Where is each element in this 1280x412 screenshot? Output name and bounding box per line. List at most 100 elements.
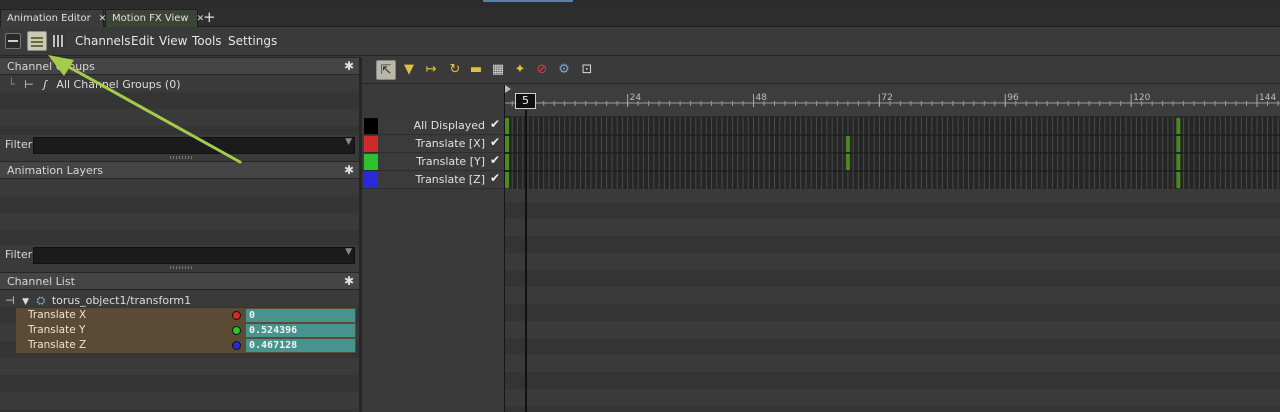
channel-groups-header: Channel Groups ✱	[0, 57, 359, 75]
menu-edit[interactable]: Edit	[131, 34, 154, 48]
row-color-swatch	[364, 154, 378, 170]
dopesheet-channel-labels: All Displayed ✔ Translate [X] ✔ Translat…	[362, 117, 503, 412]
channel-list-title: Channel List	[7, 275, 75, 288]
menu-tools[interactable]: Tools	[192, 34, 222, 48]
gear-icon[interactable]: ✱	[344, 58, 354, 75]
gear-icon[interactable]: ✱	[344, 273, 354, 290]
channel-color-dot	[232, 326, 241, 335]
table-view-icon[interactable]	[51, 33, 67, 49]
slide-tool-icon[interactable]: ↦	[421, 60, 441, 80]
tree-branch-icon: └	[8, 78, 15, 91]
channel-group-item[interactable]: └ ⊢ ʃ All Channel Groups (0)	[8, 78, 181, 91]
row-color-swatch	[364, 118, 378, 134]
channel-name: Translate Z	[28, 339, 87, 351]
delete-key-icon[interactable]: ⊘	[532, 60, 552, 80]
ruler-tick-label: 96	[1007, 93, 1019, 103]
center-frame-icon[interactable]: ✦	[510, 60, 530, 80]
channel-row-translate-z[interactable]: Translate Z 0.467128	[16, 338, 356, 353]
check-icon[interactable]: ✔	[490, 117, 500, 131]
dopesheet-row-translate-x[interactable]: Translate [X] ✔	[362, 135, 503, 153]
animation-layers-list	[0, 179, 359, 245]
animation-layers-filter: Filter ▼	[0, 245, 359, 265]
dopesheet-grid[interactable]	[505, 117, 1280, 412]
object-path: torus_object1/transform1	[51, 294, 192, 307]
top-highlight	[483, 0, 573, 2]
pin-icon: ⊣	[5, 294, 15, 307]
ruler-tick-label: 120	[1133, 93, 1150, 103]
expand-triangle-icon[interactable]: ▼	[22, 297, 29, 307]
ruler-tick-label: 144	[1259, 93, 1276, 103]
keyframe-mark[interactable]	[505, 136, 509, 152]
graph-view-icon[interactable]	[5, 33, 21, 49]
channel-color-dot	[232, 341, 241, 350]
dopesheet-key-rows[interactable]	[505, 117, 1280, 189]
channel-group-label: All Channel Groups (0)	[56, 78, 181, 91]
menu-settings[interactable]: Settings	[228, 34, 277, 48]
tab-bar: Animation Editor ✕ Motion FX View ✕ +	[0, 7, 1280, 27]
range-start-marker[interactable]	[505, 85, 511, 93]
channel-value-field[interactable]: 0	[246, 309, 355, 322]
frame-all-icon[interactable]: ⊡	[577, 60, 597, 80]
resize-grip[interactable]	[170, 266, 192, 269]
function-icon: ʃ	[43, 78, 47, 91]
filmstrip-icon[interactable]: ▦	[488, 60, 508, 80]
check-icon[interactable]: ✔	[490, 135, 500, 149]
key-options-icon[interactable]: ⚙	[554, 60, 574, 80]
keyframe-mark[interactable]	[1176, 172, 1181, 188]
channel-groups-filter: Filter ▼	[0, 135, 359, 155]
check-icon[interactable]: ✔	[490, 153, 500, 167]
row-color-swatch	[364, 172, 378, 188]
current-frame-line[interactable]	[525, 110, 527, 412]
keyframe-mark[interactable]	[845, 154, 850, 170]
tab-label: Motion FX View	[112, 13, 189, 24]
dropdown-arrow-icon[interactable]: ▼	[345, 247, 352, 257]
row-label: Translate [X]	[415, 137, 485, 150]
add-tab-button[interactable]: +	[203, 8, 216, 26]
check-icon[interactable]: ✔	[490, 171, 500, 185]
scale-tool-icon[interactable]: ↻	[445, 60, 465, 80]
dopesheet-toolbar: ⇱ ▼ ↦ ↻ ▬ ▦ ✦ ⊘ ⚙ ⊡	[362, 57, 1280, 84]
ruler-tick-label: 48	[756, 93, 768, 103]
keyframe-mark[interactable]	[1176, 136, 1181, 152]
channel-list-root[interactable]: ⊣ ▼ ⛭ torus_object1/transform1	[5, 294, 191, 308]
row-label: Translate [Y]	[416, 155, 485, 168]
channel-row-translate-x[interactable]: Translate X 0	[16, 308, 356, 323]
dopesheet-row-translate-z[interactable]: Translate [Z] ✔	[362, 171, 503, 189]
dopesheet-row-translate-y[interactable]: Translate [Y] ✔	[362, 153, 503, 171]
ruler-tick-label: 72	[881, 93, 892, 103]
range-start-line	[504, 85, 505, 412]
row-label: All Displayed	[413, 119, 485, 132]
channel-value-field[interactable]: 0.467128	[246, 339, 355, 352]
menu-channels[interactable]: Channels	[75, 34, 131, 48]
keyframe-mark[interactable]	[505, 172, 509, 188]
menu-bar: Channels Edit View Tools Settings	[0, 28, 1280, 56]
resize-grip[interactable]	[170, 156, 192, 159]
menu-view[interactable]: View	[159, 34, 187, 48]
tab-animation-editor[interactable]: Animation Editor ✕	[0, 9, 106, 27]
keyframe-mark[interactable]	[1176, 154, 1181, 170]
keyframe-mark[interactable]	[505, 118, 509, 134]
filter-label: Filter	[5, 248, 33, 261]
gear-icon[interactable]: ✱	[344, 162, 354, 179]
row-color-swatch	[364, 136, 378, 152]
dopesheet-view-icon[interactable]	[27, 31, 47, 51]
dopesheet-row-all-displayed[interactable]: All Displayed ✔	[362, 117, 503, 135]
channel-name: Translate X	[28, 309, 87, 321]
keyframe-mark[interactable]	[505, 154, 509, 170]
channel-row-translate-y[interactable]: Translate Y 0.524396	[16, 323, 356, 338]
filter-label: Filter	[5, 138, 33, 151]
filter-input[interactable]	[33, 247, 355, 264]
channel-value-field[interactable]: 0.524396	[246, 324, 355, 337]
dropdown-arrow-icon[interactable]: ▼	[345, 137, 352, 147]
snap-tool-icon[interactable]: ▬	[466, 60, 486, 80]
channel-groups-title: Channel Groups	[7, 60, 95, 73]
filter-input[interactable]	[33, 137, 355, 154]
key-tool-icon[interactable]: ▼	[399, 60, 419, 80]
select-tool-icon[interactable]: ⇱	[376, 60, 396, 80]
timeline-ruler[interactable]: 24 48 72 96 120 144	[505, 85, 1280, 117]
current-frame-marker[interactable]: 5	[515, 93, 536, 109]
tab-motion-fx-view[interactable]: Motion FX View ✕	[105, 9, 204, 27]
keyframe-mark[interactable]	[845, 136, 850, 152]
keyframe-mark[interactable]	[1176, 118, 1181, 134]
channel-color-dot	[232, 311, 241, 320]
